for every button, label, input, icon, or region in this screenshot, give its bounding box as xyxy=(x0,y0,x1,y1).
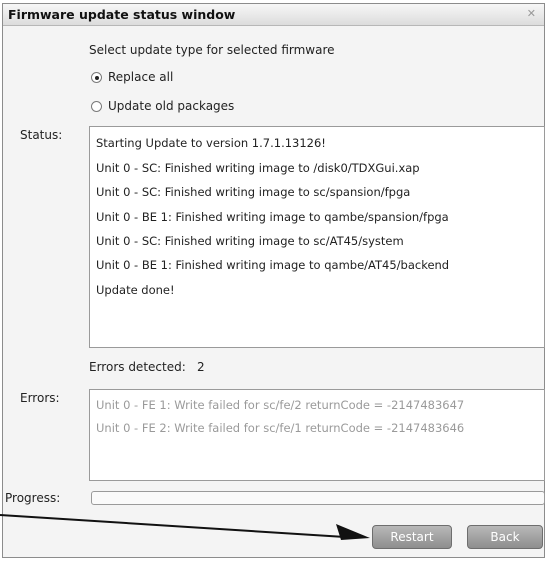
progress-label: Progress: xyxy=(5,491,61,505)
status-line: Starting Update to version 1.7.1.13126! xyxy=(96,136,326,150)
error-line: Unit 0 - FE 1: Write failed for sc/fe/2 … xyxy=(96,398,465,412)
restart-button[interactable]: Restart xyxy=(372,525,452,549)
radio-label-replace-all: Replace all xyxy=(108,70,174,84)
status-line: Unit 0 - BE 1: Finished writing image to… xyxy=(96,210,449,224)
error-line: Unit 0 - FE 2: Write failed for sc/fe/1 … xyxy=(96,421,465,435)
window-title: Firmware update status window xyxy=(8,7,236,22)
title-bar[interactable]: Firmware update status window ✕ xyxy=(3,4,544,26)
status-label: Status: xyxy=(20,128,63,142)
update-type-prompt: Select update type for selected firmware xyxy=(89,43,335,57)
errors-detected-label: Errors detected: xyxy=(89,360,186,374)
status-line: Unit 0 - SC: Finished writing image to /… xyxy=(96,161,420,175)
back-button[interactable]: Back xyxy=(467,525,543,549)
status-line: Update done! xyxy=(96,283,175,297)
errors-log[interactable]: Unit 0 - FE 1: Write failed for sc/fe/2 … xyxy=(89,389,545,481)
close-icon[interactable]: ✕ xyxy=(527,7,536,20)
errors-label: Errors: xyxy=(20,391,60,405)
status-line: Unit 0 - SC: Finished writing image to s… xyxy=(96,185,411,199)
status-line: Unit 0 - BE 1: Finished writing image to… xyxy=(96,258,450,272)
status-line: Unit 0 - SC: Finished writing image to s… xyxy=(96,234,404,248)
radio-label-update-old: Update old packages xyxy=(108,99,235,113)
firmware-update-window: Firmware update status window ✕ Select u… xyxy=(2,3,545,558)
radio-button-selected[interactable] xyxy=(91,72,102,83)
progress-bar xyxy=(91,491,545,505)
status-log[interactable]: Starting Update to version 1.7.1.13126! … xyxy=(89,126,545,348)
radio-button[interactable] xyxy=(91,101,102,112)
errors-detected-count: 2 xyxy=(197,360,205,374)
